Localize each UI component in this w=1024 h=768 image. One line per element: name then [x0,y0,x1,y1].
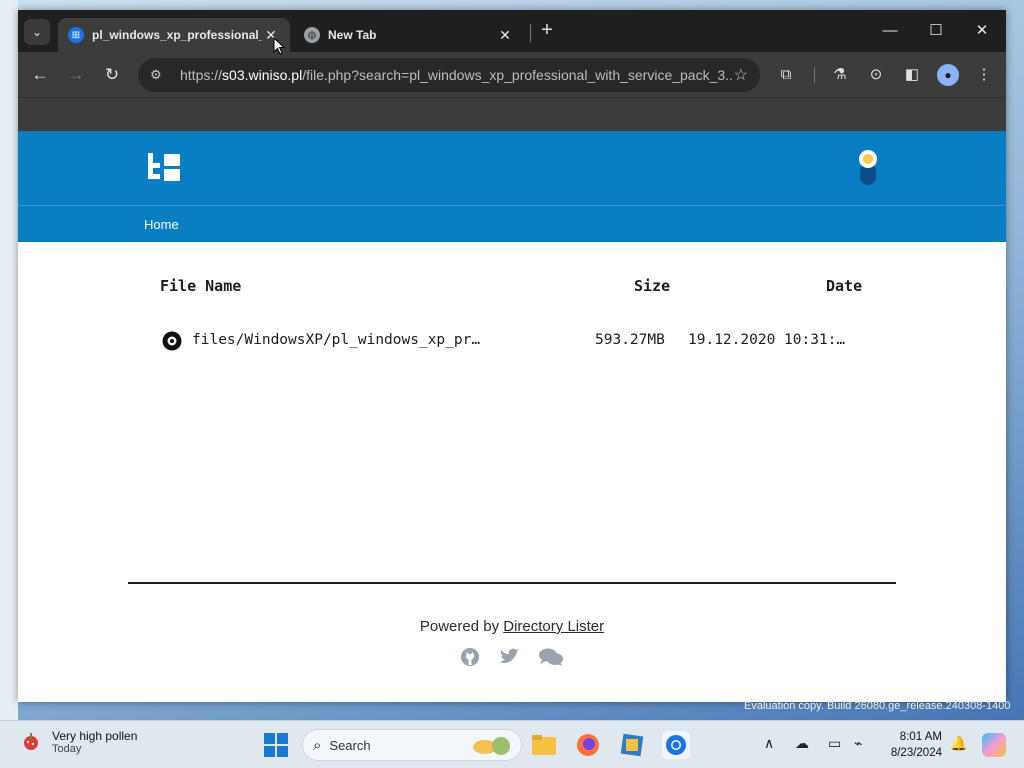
clock-date: 8/23/2024 [890,747,942,759]
taskbar: Very high pollen Today ⌕ Search ∧ ☁ ▭ ⌁ … [0,720,1024,768]
chat-comments-icon[interactable] [538,647,564,672]
column-size[interactable]: Size [634,277,670,295]
profile-avatar-icon[interactable]: ● [937,64,959,86]
breadcrumb-bar: Home [18,206,1006,242]
clock-time: 8:01 AM [899,731,942,743]
cloud-offline-icon[interactable]: ☁ [795,735,809,752]
new-tab-button[interactable]: + [536,20,558,42]
tab-separator [530,24,531,42]
maximize-button[interactable]: ☐ [914,18,958,44]
web-page: Home File Name Size Date files/WindowsXP… [18,131,1006,702]
browser-toolbar: ← → ↻ ⚙ https://s03.winiso.pl/file.php?s… [18,52,1006,97]
tab-search-button[interactable]: ⌄ [24,19,50,45]
pollen-flower-icon [24,733,38,750]
column-date[interactable]: Date [826,277,862,295]
tab-title: pl_windows_xp_professional_w [92,28,262,42]
url-text[interactable]: https://s03.winiso.pl/file.php?search=pl… [180,67,734,83]
globe-icon: ◍ [304,27,320,43]
site-favicon-icon: ⊞ [68,27,84,43]
copilot-icon[interactable] [982,733,1006,757]
file-name[interactable]: files/WindowsXP/pl_windows_xp_pr… [192,332,480,348]
reload-button[interactable]: ↻ [99,62,125,88]
desktop-icons-strip [0,0,18,720]
chrome-taskbar-icon[interactable] [662,731,690,759]
social-links [18,647,1006,672]
directory-lister-logo-icon[interactable] [146,151,182,185]
search-icon: ⌕ [313,736,322,754]
listing-header: File Name Size Date [160,277,864,301]
tab-title: New Tab [328,28,377,42]
tab-close-icon[interactable]: ✕ [496,27,514,44]
labs-flask-icon[interactable]: ⚗ [829,64,851,86]
file-size: 593.27MB [595,332,665,348]
site-header [18,131,1006,206]
taskbar-search[interactable]: ⌕ Search [302,729,522,761]
disc-file-icon [162,331,182,351]
tab-strip: ⌄ ⊞ pl_windows_xp_professional_w ✕ ◍ New… [18,10,1006,52]
breadcrumb-home-link[interactable]: Home [144,217,179,232]
notifications-bell-icon[interactable]: 🔔 [950,735,967,752]
weather-title: Very high pollen [52,729,138,743]
minimize-button[interactable]: — [868,18,912,44]
firefox-icon[interactable] [574,731,602,759]
file-row[interactable]: files/WindowsXP/pl_windows_xp_pr… 593.27… [160,329,864,355]
column-file-name[interactable]: File Name [160,277,241,295]
display-icon[interactable]: ▭ [828,735,841,752]
evaluation-watermark: Evaluation copy. Build 26080.ge_release.… [744,700,1011,712]
tab-active[interactable]: ⊞ pl_windows_xp_professional_w ✕ [58,18,290,52]
side-panel-icon[interactable]: ◧ [901,64,923,86]
file-explorer-icon[interactable] [530,731,558,759]
github-icon[interactable] [460,647,480,672]
tab-new-tab[interactable]: ◍ New Tab ✕ [294,18,524,52]
bookmark-star-icon[interactable]: ☆ [734,65,748,85]
clock[interactable]: 8:01 AM 8/23/2024 [880,729,942,761]
footer-divider [128,582,896,584]
weather-subtitle: Today [52,743,82,755]
virtualbox-icon[interactable] [618,731,646,759]
weather-widget[interactable]: Very high pollen Today [20,729,137,755]
search-highlight-art-icon [473,737,510,755]
file-listing: File Name Size Date files/WindowsXP/pl_w… [160,277,864,351]
file-date: 19.12.2020 10:31:… [688,332,846,348]
mouse-cursor-icon [273,37,285,55]
toolbar-divider [814,67,815,83]
menu-kebab-icon[interactable]: ⋮ [973,64,995,86]
extensions-icon[interactable]: ⧉ [775,64,797,86]
start-windows-icon[interactable] [264,733,288,757]
back-button[interactable]: ← [27,62,53,88]
twitter-icon[interactable] [498,647,520,672]
bookmarks-bar [18,97,1006,131]
search-label: Search [329,737,371,753]
theme-toggle-bulb-icon[interactable] [856,149,880,187]
forward-button[interactable]: → [63,62,89,88]
directory-lister-link[interactable]: Directory Lister [503,618,604,635]
powered-by-text: Powered by Directory Lister [419,618,605,635]
close-window-button[interactable]: ✕ [960,18,1004,44]
show-hidden-icons-chevron-icon[interactable]: ∧ [764,735,774,752]
download-icon[interactable]: ⊙ [865,64,887,86]
browser-window: ⌄ ⊞ pl_windows_xp_professional_w ✕ ◍ New… [18,10,1006,702]
network-icon[interactable]: ⌁ [854,735,862,752]
address-bar[interactable]: ⚙ https://s03.winiso.pl/file.php?search=… [138,58,760,92]
site-info-icon[interactable]: ⚙ [150,67,170,83]
